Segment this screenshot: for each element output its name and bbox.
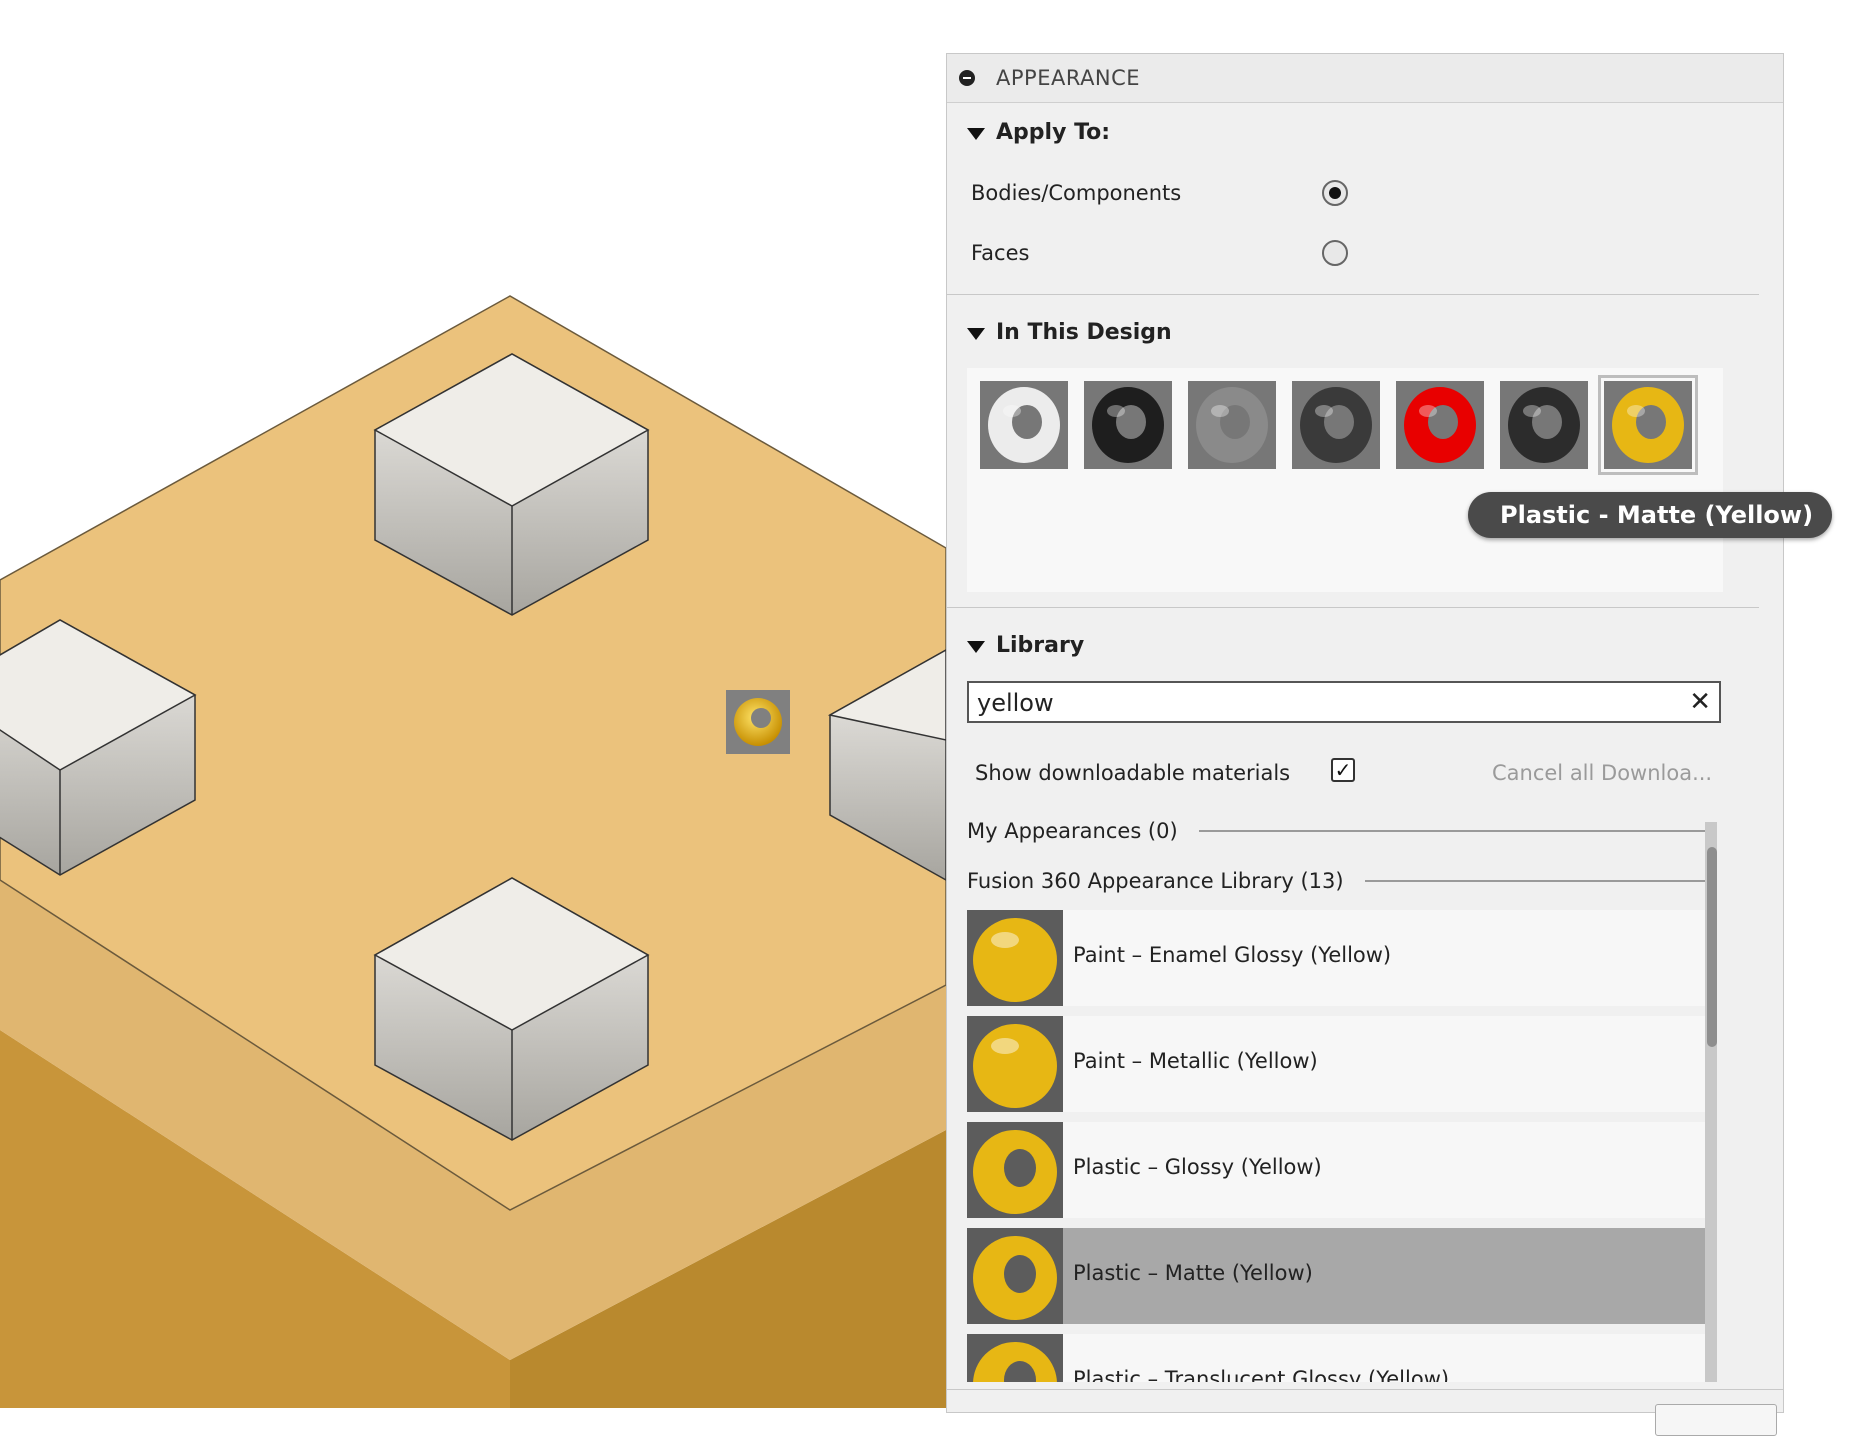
library-search-input[interactable] (975, 687, 1659, 719)
library-item-label: Plastic – Translucent Glossy (Yellow) (1073, 1367, 1450, 1382)
yellow-matte-material-swatch[interactable] (1598, 375, 1698, 475)
library-heading[interactable]: Library (996, 633, 1084, 658)
divider (947, 294, 1759, 295)
library-item-label: Paint – Metallic (Yellow) (1073, 1049, 1318, 1073)
tooltip-text: Plastic - Matte (Yellow) (1500, 501, 1814, 529)
in-this-design-toggle-icon[interactable] (967, 328, 985, 340)
library-list-item[interactable]: Paint – Metallic (Yellow) (967, 1016, 1705, 1112)
library-toggle-icon[interactable] (967, 641, 985, 653)
apply-to-heading[interactable]: Apply To: (996, 120, 1110, 145)
collapse-icon[interactable] (959, 70, 975, 86)
library-material-list: Paint – Enamel Glossy (Yellow) Paint – Me… (967, 910, 1719, 1382)
list-scrollbar-thumb[interactable] (1707, 847, 1717, 1047)
panel-header: APPEARANCE (947, 54, 1783, 103)
dark-metal-material-swatch[interactable] (1500, 381, 1588, 469)
apply-to-toggle-icon[interactable] (967, 128, 985, 140)
faces-radio[interactable] (1322, 240, 1348, 266)
library-item-label: Plastic – Matte (Yellow) (1073, 1261, 1313, 1285)
ok-button[interactable] (1655, 1404, 1777, 1436)
panel-title: APPEARANCE (996, 66, 1141, 90)
in-this-design-heading[interactable]: In This Design (996, 320, 1172, 345)
yellow-torus-thumbnail (967, 1228, 1063, 1324)
bodies-components-label: Bodies/Components (971, 181, 1182, 205)
appearance-panel: APPEARANCE Apply To: Bodies/Components F… (946, 53, 1784, 1436)
group-divider (1365, 880, 1705, 882)
yellow-torus-thumbnail (967, 1334, 1063, 1382)
library-item-label: Plastic – Glossy (Yellow) (1073, 1155, 1322, 1179)
material-tooltip: Plastic - Matte (Yellow) (1468, 492, 1832, 538)
panel-footer-divider (947, 1389, 1783, 1390)
group-divider (1199, 830, 1705, 832)
yellow-sphere-thumbnail (967, 910, 1063, 1006)
show-downloadable-label: Show downloadable materials (975, 761, 1291, 785)
white-material-swatch[interactable] (980, 381, 1068, 469)
faces-label: Faces (971, 241, 1030, 265)
cancel-all-downloads-link[interactable]: Cancel all Downloa... (1492, 761, 1712, 785)
dragged-material-thumbnail (726, 690, 790, 754)
clear-search-icon[interactable]: ✕ (1689, 687, 1711, 717)
show-downloadable-checkbox[interactable]: ✓ (1331, 758, 1355, 782)
library-list-item[interactable]: Paint – Enamel Glossy (Yellow) (967, 910, 1705, 1006)
red-material-swatch[interactable] (1396, 381, 1484, 469)
library-list-item[interactable]: Plastic – Matte (Yellow) (967, 1228, 1705, 1324)
divider (947, 607, 1759, 608)
library-list-item[interactable]: Plastic – Glossy (Yellow) (967, 1122, 1705, 1218)
library-item-label: Paint – Enamel Glossy (Yellow) (1073, 943, 1392, 967)
yellow-sphere-thumbnail (967, 1016, 1063, 1112)
black-material-swatch[interactable] (1084, 381, 1172, 469)
in-this-design-swatch-area (967, 368, 1723, 592)
yellow-torus-thumbnail (967, 1122, 1063, 1218)
dark-chrome-material-swatch[interactable] (1292, 381, 1380, 469)
library-list-item[interactable]: Plastic – Translucent Glossy (Yellow) (967, 1334, 1705, 1382)
library-search-box[interactable]: ✕ (967, 681, 1721, 723)
gray-translucent-material-swatch[interactable] (1188, 381, 1276, 469)
fusion-library-group[interactable]: Fusion 360 Appearance Library (13) (967, 869, 1344, 893)
bodies-components-radio[interactable] (1322, 180, 1348, 206)
my-appearances-group[interactable]: My Appearances (0) (967, 819, 1178, 843)
